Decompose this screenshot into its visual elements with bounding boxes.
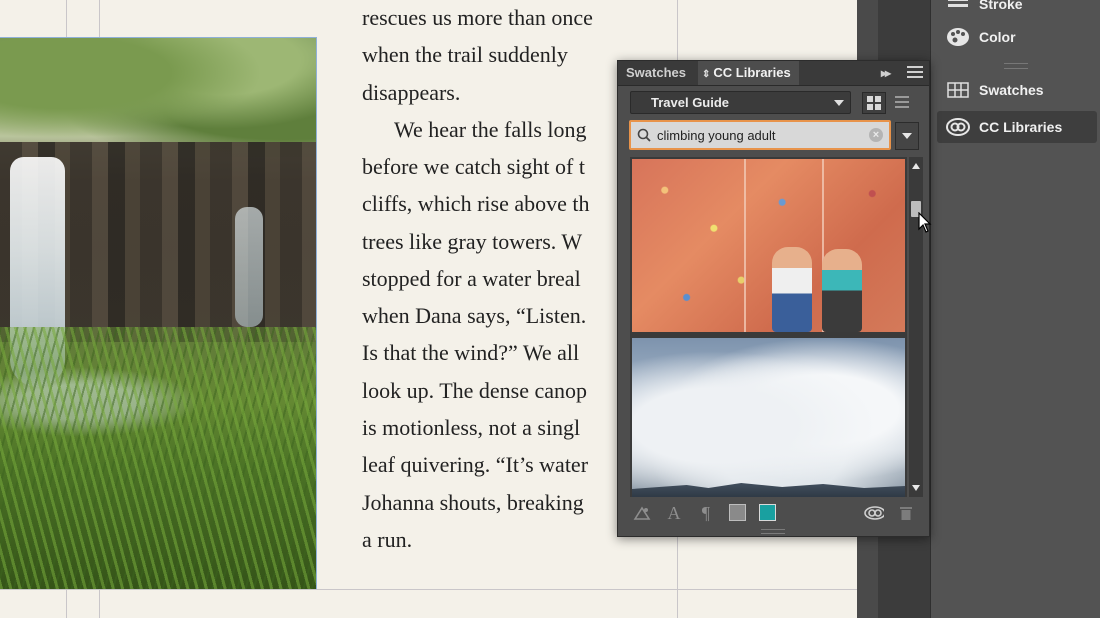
result-thumbnail-climbing[interactable]: [632, 159, 905, 332]
updown-arrows-icon: ⇕: [702, 69, 711, 80]
photo-grass: [0, 327, 317, 589]
swatches-grid-icon: [945, 79, 971, 101]
color-palette-icon: [945, 26, 971, 48]
add-graphic-icon[interactable]: [632, 503, 652, 523]
cc-sync-icon[interactable]: [864, 503, 884, 523]
search-field[interactable]: ×: [629, 120, 891, 150]
scroll-down-arrow-icon[interactable]: [912, 485, 920, 491]
body-text-line: We hear the falls long: [394, 117, 587, 142]
search-results: [630, 157, 907, 497]
margin-guide: [0, 589, 857, 590]
add-character-style-icon[interactable]: A: [664, 503, 684, 523]
climber-figure: [772, 247, 812, 332]
image-frame-edge: [316, 37, 317, 589]
library-select[interactable]: Travel Guide: [630, 91, 851, 114]
body-text-line: trees like gray towers. W: [362, 229, 583, 254]
tab-swatches[interactable]: Swatches: [618, 61, 694, 85]
dock-item-cc-libraries[interactable]: CC Libraries: [937, 111, 1097, 143]
cc-libraries-icon: [945, 116, 971, 138]
scroll-up-arrow-icon[interactable]: [912, 163, 920, 169]
panel-footer: A ¶: [618, 499, 929, 527]
dock-item-swatches[interactable]: Swatches: [937, 74, 1097, 106]
dock-item-label: Color: [979, 29, 1016, 45]
dock-item-label: CC Libraries: [979, 119, 1063, 135]
body-text-line: look up. The dense canop: [362, 378, 588, 403]
search-input[interactable]: [657, 126, 867, 144]
body-text-line: before we catch sight of t: [362, 154, 585, 179]
chevron-down-icon: [902, 133, 912, 139]
tab-label: CC Libraries: [713, 65, 791, 80]
search-options-button[interactable]: [895, 122, 919, 150]
dock-section-grip[interactable]: [1004, 63, 1028, 69]
cc-libraries-panel: Swatches ⇕CC Libraries ▸▸ Travel Guide ×: [617, 60, 930, 537]
grid-view-button[interactable]: [862, 92, 886, 114]
tab-cc-libraries[interactable]: ⇕ CC Libraries: [698, 61, 799, 85]
body-text-line: disappears.: [362, 80, 461, 105]
panel-resize-grip[interactable]: [761, 529, 785, 534]
image-frame-edge: [0, 37, 317, 38]
body-text-line: is motionless, not a singl: [362, 415, 581, 440]
stroke-icon: [945, 0, 971, 15]
panel-menu-icon[interactable]: [907, 66, 923, 79]
mountain-ridge: [632, 483, 905, 497]
body-text-line: a run.: [362, 527, 413, 552]
body-text-line: rescues us more than once: [362, 5, 593, 30]
body-text-line: Johanna shouts, breaking: [362, 490, 584, 515]
dock-item-label: Swatches: [979, 82, 1044, 98]
body-text-line: leaf quivering. “It’s water: [362, 452, 589, 477]
body-text-line: Is that the wind?” We all: [362, 340, 580, 365]
dock-item-stroke[interactable]: Stroke: [937, 0, 1097, 20]
photo-trees: [0, 37, 317, 157]
climber-figure: [822, 249, 862, 332]
dock-item-color[interactable]: Color: [937, 21, 1097, 53]
list-view-icon: [895, 96, 909, 108]
panel-dock: Stroke Color Swatches CC Libraries: [930, 0, 1100, 618]
trash-icon[interactable]: [896, 503, 916, 523]
clear-search-icon[interactable]: ×: [869, 128, 883, 142]
body-text-line: when Dana says, “Listen.: [362, 303, 587, 328]
wall-seam: [744, 159, 746, 332]
body-text-line: when the trail suddenly: [362, 42, 568, 67]
mouse-cursor-icon: [918, 212, 932, 233]
body-text-line: stopped for a water breal: [362, 266, 581, 291]
add-fill-color-swatch[interactable]: [729, 504, 746, 521]
search-icon: [637, 128, 651, 145]
panel-tab-bar: Swatches ⇕ CC Libraries ▸▸: [618, 61, 929, 86]
body-text-line: cliffs, which rise above th: [362, 191, 590, 216]
library-select-value: Travel Guide: [651, 95, 730, 110]
dock-item-label: Stroke: [979, 0, 1023, 12]
add-paragraph-style-icon[interactable]: ¶: [696, 503, 716, 523]
result-thumbnail-sky[interactable]: [632, 338, 905, 497]
waterfall-photo[interactable]: [0, 37, 317, 589]
add-stroke-color-swatch[interactable]: [759, 504, 776, 521]
list-view-button[interactable]: [891, 92, 913, 112]
grid-view-icon: [867, 96, 881, 110]
photo-waterfall: [235, 207, 263, 327]
chevron-down-icon: [834, 100, 844, 106]
collapse-panel-icon[interactable]: ▸▸: [881, 66, 891, 80]
results-scrollbar[interactable]: [909, 157, 923, 497]
